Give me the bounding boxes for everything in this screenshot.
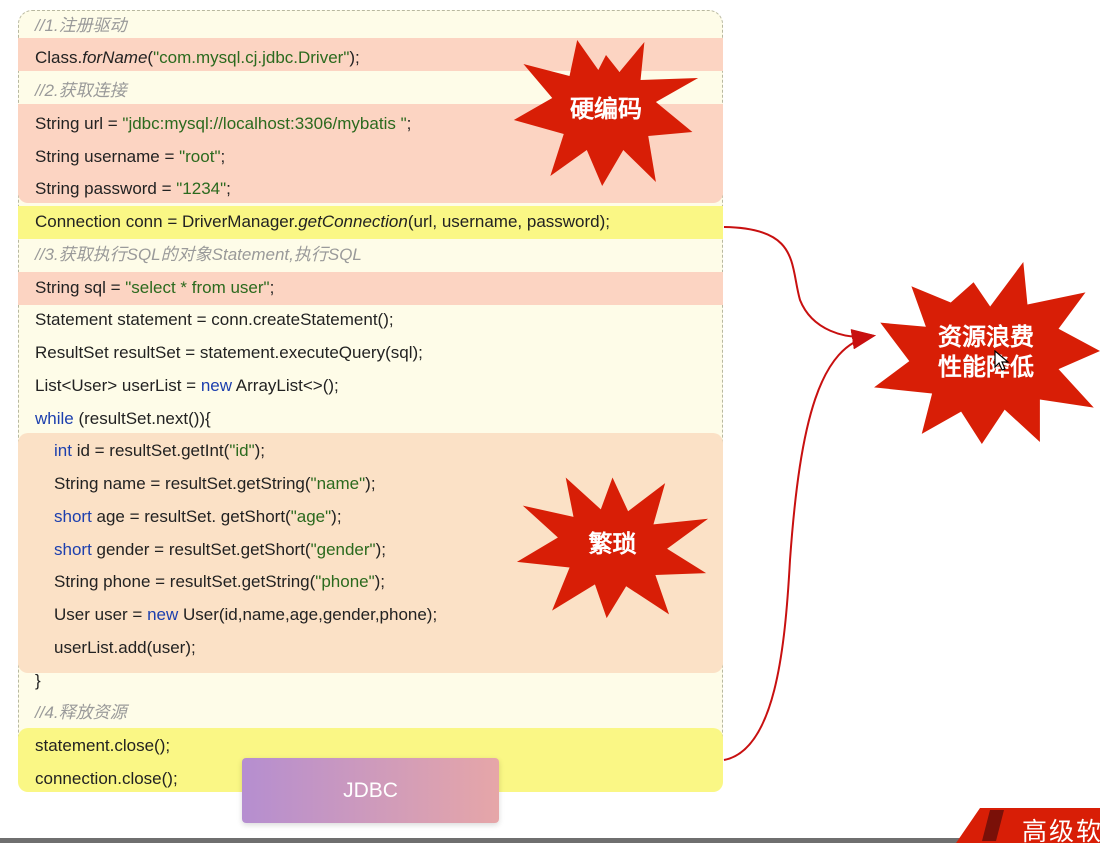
hardcode-starburst: 硬编码 bbox=[510, 30, 702, 190]
arrow-from-connection bbox=[723, 226, 876, 349]
tedious-label: 繁琐 bbox=[588, 531, 637, 558]
mouse-cursor-icon bbox=[994, 350, 1010, 371]
waste-label: 资源浪费 性能降低 bbox=[938, 324, 1034, 381]
video-caption: JDBC bbox=[242, 758, 499, 823]
tedious-starburst: 繁琐 bbox=[515, 470, 710, 620]
arrow-from-release bbox=[723, 329, 876, 761]
bottom-bar bbox=[0, 838, 1100, 843]
hardcode-label: 硬编码 bbox=[570, 96, 642, 123]
waste-starburst: 资源浪费 性能降低 bbox=[872, 262, 1100, 444]
